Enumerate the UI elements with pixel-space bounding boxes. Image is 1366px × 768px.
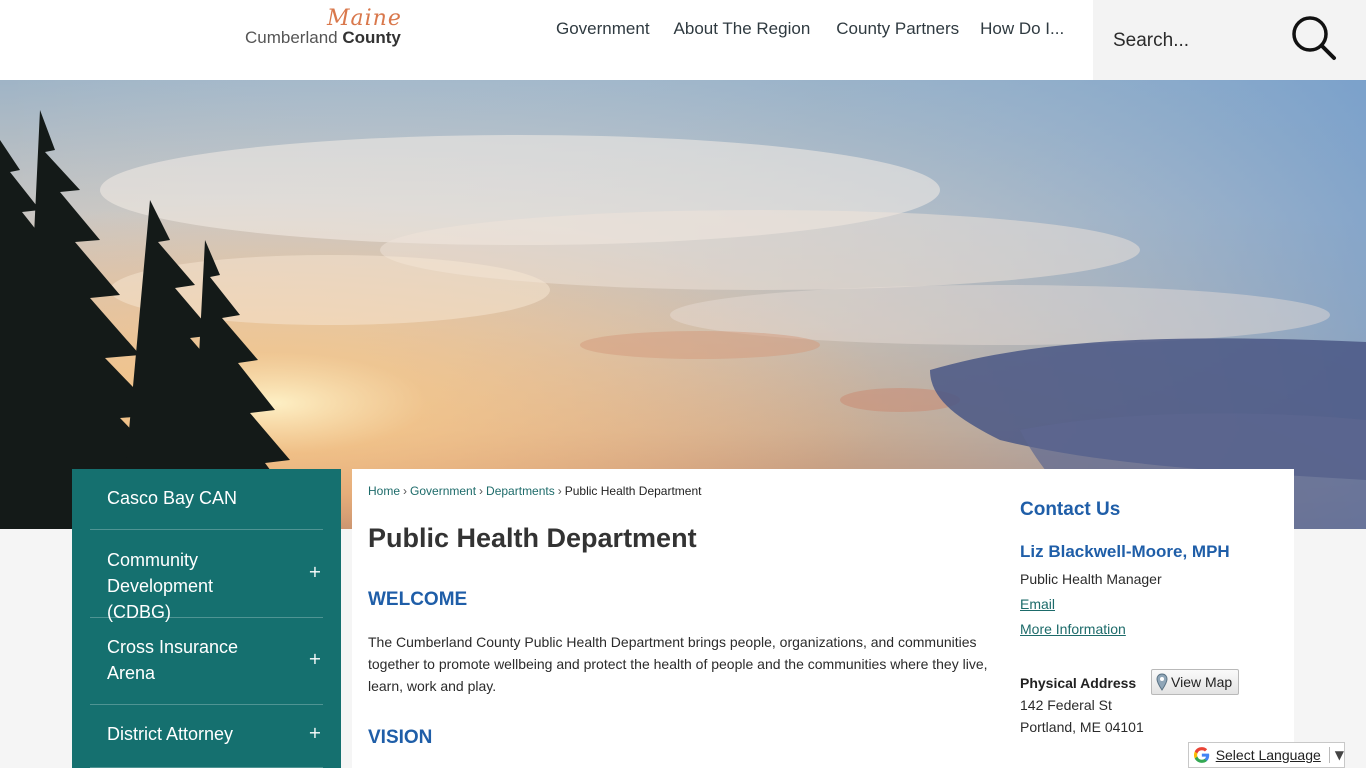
vision-heading: VISION	[368, 727, 433, 748]
language-selector[interactable]: Select Language ▼	[1188, 742, 1345, 768]
sidebar-item-community-development[interactable]: Community Development (CDBG) +	[90, 530, 323, 622]
welcome-heading: WELCOME	[368, 589, 468, 610]
contact-role: Public Health Manager	[1020, 571, 1162, 587]
site-logo[interactable]: Maine Cumberland County	[245, 6, 425, 50]
sidebar-item-label: District Attorney	[107, 724, 234, 744]
welcome-paragraph: The Cumberland County Public Health Depa…	[368, 634, 988, 694]
sidebar-item-label: Casco Bay CAN	[107, 488, 238, 508]
site-header: Maine Cumberland County Government About…	[0, 0, 1366, 80]
search-icon[interactable]	[1290, 14, 1338, 62]
breadcrumb: Home › Government › Departments › Public Healt…	[368, 484, 701, 498]
logo-wordmark: Cumberland County	[245, 28, 401, 48]
hero-banner-image	[0, 80, 1366, 529]
breadcrumb-separator: ›	[403, 484, 408, 498]
google-g-icon	[1193, 747, 1210, 763]
nav-about-the-region[interactable]: About The Region	[674, 19, 811, 43]
breadcrumb-departments[interactable]: Departments	[486, 484, 555, 498]
divider	[1328, 747, 1330, 763]
page-title: Public Health Department	[368, 523, 697, 553]
expand-plus-icon[interactable]: +	[307, 649, 323, 668]
sidebar-item-label: Cross Insurance Arena	[107, 637, 239, 683]
sunset-landscape-graphic	[0, 80, 1366, 529]
nav-county-partners[interactable]: County Partners	[836, 19, 959, 43]
address-line-2: Portland, ME 04101	[1020, 719, 1144, 735]
map-pin-icon	[1156, 673, 1168, 691]
nav-how-do-i[interactable]: How Do I...	[980, 19, 1064, 43]
physical-address-label: Physical Address	[1020, 675, 1137, 691]
view-map-label: View Map	[1171, 674, 1233, 690]
main-nav: Government About The Region County Partn…	[556, 19, 1088, 43]
main-content: Home › Government › Departments › Public Healt…	[352, 469, 1294, 768]
contact-heading: Contact Us	[1020, 499, 1121, 520]
search-input[interactable]	[1113, 28, 1273, 54]
breadcrumb-government[interactable]: Government	[410, 484, 476, 498]
sidebar-item-label: Community Development (CDBG)	[107, 550, 214, 622]
contact-name: Liz Blackwell-Moore, MPH	[1020, 542, 1230, 561]
breadcrumb-separator: ›	[479, 484, 484, 498]
sidebar-item-cross-insurance-arena[interactable]: Cross Insurance Arena +	[90, 618, 323, 705]
select-language-label: Select Language	[1215, 747, 1321, 763]
email-link[interactable]: Email	[1020, 596, 1055, 612]
expand-plus-icon[interactable]: +	[307, 723, 323, 742]
address-line-1: 142 Federal St	[1020, 697, 1112, 713]
breadcrumb-home[interactable]: Home	[368, 484, 400, 498]
breadcrumb-separator: ›	[557, 484, 562, 498]
search-box	[1093, 0, 1366, 80]
expand-plus-icon[interactable]: +	[307, 562, 323, 581]
logo-light-text: Cumberland	[245, 28, 338, 47]
sidebar-item-casco-bay-can[interactable]: Casco Bay CAN	[90, 469, 323, 530]
view-map-button[interactable]: View Map	[1151, 669, 1240, 695]
nav-government[interactable]: Government	[556, 19, 650, 43]
logo-bold-text: County	[342, 28, 401, 47]
more-information-link[interactable]: More Information	[1020, 621, 1126, 637]
sidebar-item-district-attorney[interactable]: District Attorney +	[90, 705, 323, 768]
breadcrumb-current: Public Health Department	[564, 484, 702, 498]
dropdown-arrow-icon[interactable]: ▼	[1335, 748, 1344, 762]
sidebar-nav: Casco Bay CAN Community Development (CDB…	[72, 469, 341, 768]
